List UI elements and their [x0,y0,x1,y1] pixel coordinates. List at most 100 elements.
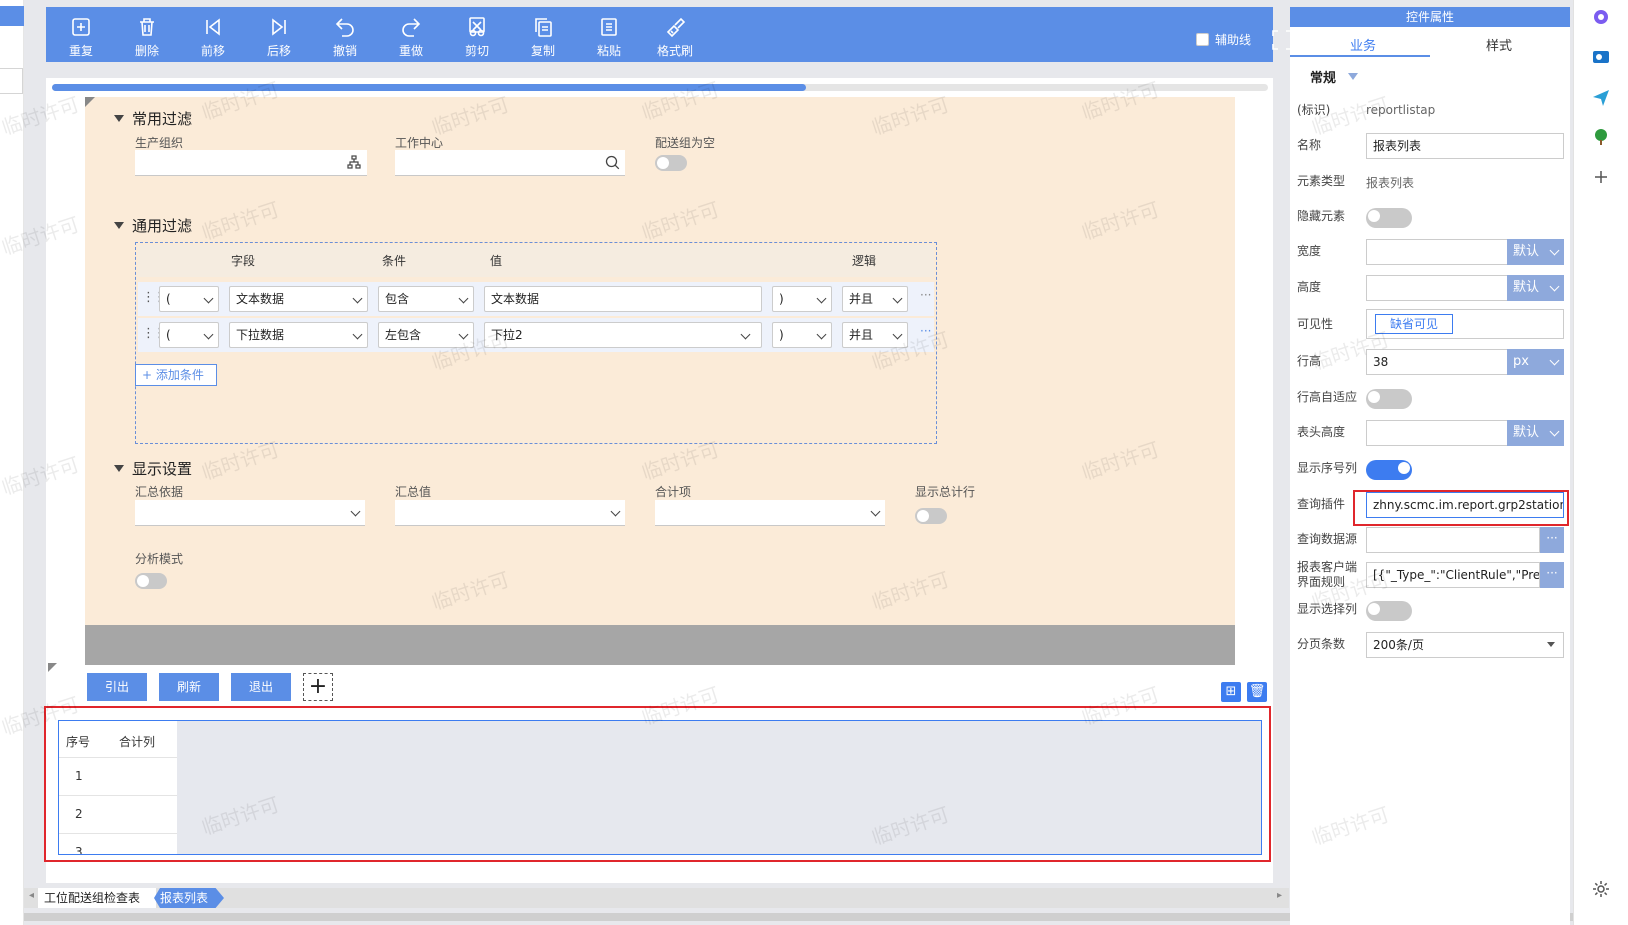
client-rule-more-icon[interactable]: ··· [1540,562,1564,588]
summary-value-select[interactable] [395,500,625,526]
value-select[interactable]: 下拉2 [484,322,762,348]
analysis-mode-toggle[interactable] [135,573,167,589]
client-rule-input[interactable]: [{"_Type_":"ClientRule","PreD [1366,562,1540,588]
duplicate-button[interactable]: 重复 [52,12,110,58]
summary-basis-select[interactable] [135,500,365,526]
logic-select[interactable]: 并且 [842,286,908,312]
skip-back-icon [206,18,220,36]
select-column-toggle[interactable] [1366,601,1412,621]
right-paren-select[interactable]: ) [772,322,832,348]
plus-icon: + [142,368,156,382]
type-value: 报表列表 [1366,176,1415,190]
add-button[interactable]: + [303,673,333,701]
field-select[interactable]: 文本数据 [229,286,368,312]
add-icon[interactable] [1592,168,1610,186]
copilot-icon[interactable] [1592,8,1610,26]
hide-element-toggle[interactable] [1366,208,1412,228]
show-total-row-toggle[interactable] [915,508,947,524]
tree-icon[interactable] [1592,128,1610,146]
add-element-icon[interactable]: ⊞ [1221,682,1241,702]
right-paren-select[interactable]: ) [772,286,832,312]
row-height-unit-select[interactable]: px [1507,349,1564,375]
auto-row-height-toggle[interactable] [1366,389,1412,409]
tab-scroll-right-icon[interactable]: ▸ [1277,890,1282,901]
format-painter-button[interactable]: 格式刷 [646,12,704,58]
gear-icon[interactable] [1592,880,1610,898]
outlook-icon[interactable] [1592,48,1610,66]
dispatch-empty-toggle[interactable] [655,155,687,171]
add-condition-button[interactable]: + 添加条件 [135,364,217,386]
org-label: 生产组织 [135,136,184,150]
width-unit-select[interactable]: 默认 [1507,239,1564,265]
total-column-header[interactable]: 合计列 [119,733,155,750]
page-size-select[interactable]: 200条/页 [1366,632,1564,658]
more-icon[interactable]: ··· [920,324,931,338]
width-input[interactable] [1366,239,1508,265]
name-input[interactable]: 报表列表 [1366,133,1564,159]
height-input[interactable] [1366,275,1508,301]
cut-button[interactable]: 剪切 [448,12,506,58]
common-filter-header[interactable]: 常用过滤 [114,108,192,129]
id-label: (标识) [1297,103,1331,117]
refresh-button[interactable]: 刷新 [159,673,219,701]
search-icon[interactable] [605,155,620,170]
field-select[interactable]: 下拉数据 [229,322,368,348]
move-forward-button[interactable]: 前移 [184,12,242,58]
total-item-select[interactable] [655,500,885,526]
report-list-grid[interactable]: 序号 合计列 1 2 3 [58,720,1262,855]
panel-footer-bar [85,625,1235,665]
paste-icon [601,18,617,36]
condition-select[interactable]: 包含 [378,286,474,312]
general-filter-header[interactable]: 通用过滤 [114,215,192,236]
left-strip-input[interactable] [0,68,23,94]
work-center-input[interactable] [395,150,625,176]
delete-button[interactable]: 删除 [118,12,176,58]
paste-button[interactable]: 粘贴 [580,12,638,58]
exit-button[interactable]: 退出 [231,673,291,701]
query-source-input[interactable] [1366,527,1540,553]
condition-select[interactable]: 左包含 [378,322,474,348]
header-height-unit-select[interactable]: 默认 [1507,420,1564,446]
display-settings-header[interactable]: 显示设置 [114,458,192,479]
query-source-more-icon[interactable]: ··· [1540,527,1564,553]
summary-basis-label: 汇总依据 [135,485,184,499]
helper-lines-checkbox[interactable] [1196,33,1209,46]
copy-button[interactable]: 复制 [514,12,572,58]
undo-button[interactable]: 撤销 [316,12,374,58]
tab-style[interactable]: 样式 [1486,35,1512,54]
table-row[interactable]: 2 [59,795,177,833]
delete-icon[interactable]: 🗑 [1247,682,1267,702]
show-seq-toggle[interactable] [1366,460,1412,480]
default-visible-button[interactable]: 缺省可见 [1375,314,1453,334]
total-item-label: 合计项 [655,485,692,499]
redo-button[interactable]: 重做 [382,12,440,58]
org-tree-icon[interactable] [347,155,361,169]
property-panel: 控件属性 业务 样式 常规 (标识) reportlistap 名称 报表列表 … [1290,7,1570,925]
header-height-input[interactable] [1366,420,1508,446]
visibility-field: 缺省可见 [1366,309,1564,339]
chevron-down-icon [1549,245,1560,256]
value-input[interactable]: 文本数据 [484,286,762,312]
org-input[interactable] [135,150,367,176]
general-group-header[interactable]: 常规 [1310,67,1359,86]
more-icon[interactable]: ··· [920,288,931,302]
table-row[interactable]: 3 [59,833,177,854]
seq-column-header[interactable]: 序号 [66,733,90,750]
helper-lines-toggle[interactable]: 辅助线 [1196,31,1251,48]
hide-element-label: 隐藏元素 [1297,209,1346,223]
trash-icon [140,18,154,36]
export-button[interactable]: 引出 [87,673,147,701]
tab-report-list[interactable]: 报表列表 [154,888,224,908]
left-strip-tab[interactable] [0,6,24,26]
left-paren-select[interactable]: ( [159,286,219,312]
send-icon[interactable] [1592,88,1610,106]
tab-workstation-check[interactable]: 工位配送组检查表 [38,888,156,908]
table-row[interactable]: 1 [59,757,177,795]
tab-scroll-left-icon[interactable]: ◂ [29,890,34,901]
height-unit-select[interactable]: 默认 [1507,275,1564,301]
logic-select[interactable]: 并且 [842,322,908,348]
left-paren-select[interactable]: ( [159,322,219,348]
tab-business[interactable]: 业务 [1350,35,1376,54]
row-height-input[interactable]: 38 [1366,349,1508,375]
move-backward-button[interactable]: 后移 [250,12,308,58]
